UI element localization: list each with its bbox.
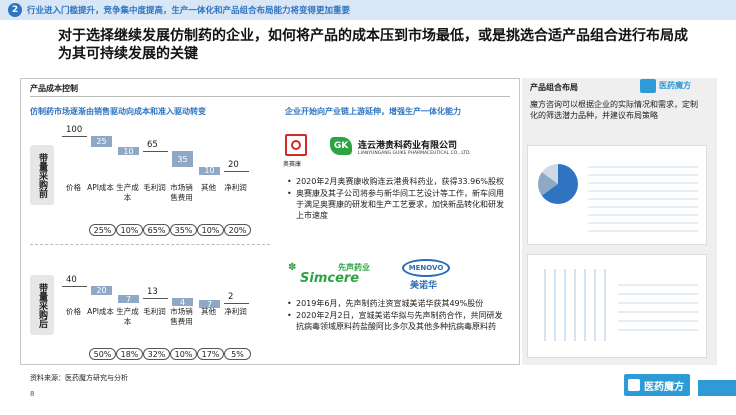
bar: 10 [118, 147, 139, 156]
category-label: 价格 [66, 183, 81, 192]
category-label: 其他 [201, 307, 216, 316]
percent-label: 18% [116, 348, 143, 360]
percent-row-after: 50% 18% 32% 10% 17% 5% [89, 348, 251, 360]
category-label: 市场销售费用 [170, 183, 193, 202]
chart-after: 40 价格 20 API成本 7 生产成本 13 毛利润 4 市场销售费用 7 其他 2 净利润 [62, 252, 272, 342]
company1-bullets: 2020年2月奥赛康收购连云港贵科药业，获得33.96%股权 奥赛康及其子公司将… [286, 176, 508, 222]
data-label: 65 [147, 140, 158, 151]
bar: 20 [91, 286, 112, 295]
after-label: 带量采购后 [30, 275, 54, 335]
category-label: API成本 [87, 307, 114, 316]
simcere-leaf-icon: ✽ [288, 262, 297, 273]
bar: 10 [199, 166, 220, 175]
percent-label: 10% [197, 224, 224, 236]
bar-top-line [62, 136, 87, 137]
guike-name-cn: 连云港贵科药业有限公司 [358, 141, 458, 151]
chart-divider [30, 244, 270, 245]
guike-logo: GK [330, 137, 352, 155]
thumb-scatter [536, 269, 606, 341]
bar: 25 [91, 136, 112, 147]
category-label: 毛利润 [143, 183, 166, 192]
bullet-item: 2020年2月奥赛康收购连云港贵科药业，获得33.96%股权 [286, 176, 508, 187]
menovo-logo: MENOVO [402, 259, 450, 277]
aosaikang-logo [285, 134, 307, 156]
data-label: 20 [228, 160, 239, 171]
section-text: 行业进入门槛提升，竞争集中度提高，生产一体化和产品组合布局能力将变得更加重要 [27, 6, 351, 16]
bar-top-line [224, 303, 249, 305]
percent-label: 25% [89, 224, 116, 236]
percent-label: 50% [89, 348, 116, 360]
category-label: 其他 [201, 183, 216, 192]
data-label: 13 [147, 287, 158, 298]
left-subhead: 仿制药市场逐渐由销售驱动向成本和准入驱动转变 [30, 107, 206, 116]
panel-divider [30, 96, 510, 97]
section-bar: 2 行业进入门槛提升，竞争集中度提高，生产一体化和产品组合布局能力将变得更加重要 [0, 0, 736, 20]
data-label: 100 [66, 125, 83, 135]
category-label: 毛利润 [143, 307, 166, 316]
chart-before: 100 价格 25 API成本 10 生产成本 65 毛利润 35 市场销售费用 10 其他 20 净利润 [62, 125, 272, 218]
aosaikang-caption: 奥赛康 [283, 161, 302, 168]
report-thumbnail-1 [527, 145, 707, 245]
thumb-list [618, 277, 698, 337]
thumb-table [588, 160, 698, 236]
category-label: 价格 [66, 307, 81, 316]
thumb-pie [538, 164, 578, 204]
page-number: 8 [30, 390, 35, 398]
footer-logo-text: 医药魔方 [644, 381, 684, 393]
bar: 35 [172, 151, 193, 167]
category-label: 生产成本 [116, 307, 139, 326]
portfolio-logo-text: 医药魔方 [659, 81, 691, 90]
percent-label: 32% [143, 348, 170, 360]
category-label: 生产成本 [116, 183, 139, 202]
percent-row-before: 25% 10% 65% 35% 10% 20% [89, 224, 251, 236]
simcere-name-en: Simcere [300, 271, 360, 286]
data-label: 40 [66, 275, 77, 286]
bar-top-line [143, 151, 168, 153]
before-label: 带量采购前 [30, 145, 54, 205]
bar: 4 [172, 298, 193, 307]
bar-top-line [143, 298, 168, 300]
panel-title: 产品成本控制 [30, 84, 78, 93]
category-label: 市场销售费用 [170, 307, 193, 326]
portfolio-title: 产品组合布局 [530, 83, 578, 92]
cube-logo-icon [640, 79, 656, 93]
data-label: 2 [228, 292, 234, 303]
category-label: 净利润 [224, 183, 247, 192]
percent-label: 10% [116, 224, 143, 236]
right-subhead: 企业开始向产业链上游延伸，增强生产一体化能力 [285, 107, 461, 116]
percent-label: 5% [224, 348, 251, 360]
percent-label: 65% [143, 224, 170, 236]
section-number: 2 [8, 3, 22, 17]
percent-label: 35% [170, 224, 197, 236]
footer-logo: 医药魔方 [624, 374, 690, 396]
bullet-item: 2020年2月2日，宣城美诺华拟与先声制药合作，共同研发抗病毒领域原料药盐酸阿比… [286, 310, 506, 332]
portfolio-desc: 魔方咨询可以根据企业的实际情况和需求，定制化的筛选潜力品种，并建议布局策略 [530, 100, 698, 120]
corner-decoration [698, 380, 736, 396]
slide: 2 行业进入门槛提升，竞争集中度提高，生产一体化和产品组合布局能力将变得更加重要… [0, 0, 736, 415]
percent-label: 10% [170, 348, 197, 360]
bar-top-line [62, 286, 87, 288]
percent-label: 20% [224, 224, 251, 236]
bullet-item: 奥赛康及其子公司将参与新华间工艺设计等工作，新车间用于满足奥赛康的研发和生产工艺… [286, 188, 508, 221]
company2-bullets: 2019年6月，先声制药注资宣城美诺华获其49%股份 2020年2月2日，宣城美… [286, 298, 506, 333]
slide-title: 对于选择继续发展仿制药的企业，如何将产品的成本压到市场最低，或是挑选合适产品组合… [58, 28, 688, 62]
bar-top-line [224, 171, 249, 173]
guike-name-en: LIANYUNGANG GUIKE PHARMACEUTICAL CO., LT… [358, 151, 471, 156]
category-label: API成本 [87, 183, 114, 192]
bullet-item: 2019年6月，先声制药注资宣城美诺华获其49%股份 [286, 298, 506, 309]
report-thumbnail-2 [527, 254, 707, 358]
menovo-name-cn: 美诺华 [410, 281, 438, 291]
bar: 7 [118, 295, 139, 304]
footer-cube-icon [628, 379, 640, 391]
percent-label: 17% [197, 348, 224, 360]
source-note: 资料来源：医药魔方研究与分析 [30, 374, 128, 382]
category-label: 净利润 [224, 307, 247, 316]
aosaikang-mark [291, 140, 301, 150]
